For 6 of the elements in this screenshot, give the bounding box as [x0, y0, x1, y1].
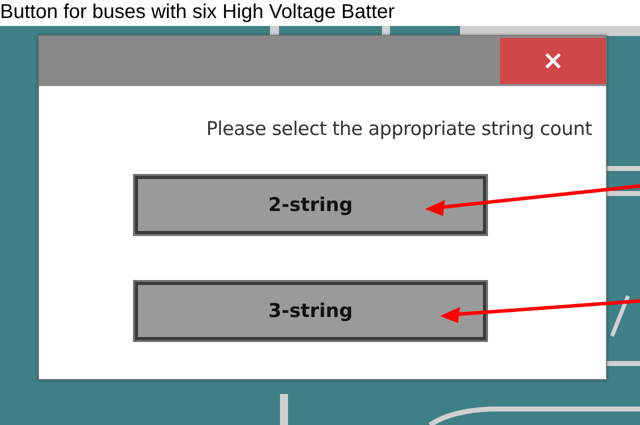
string-count-button[interactable]: 2-string [135, 176, 486, 234]
dialog-message: Please select the appropriate string count [206, 118, 592, 140]
caption-text: Button for buses with six High Voltage Batter [0, 1, 395, 23]
background-line [610, 295, 630, 337]
close-button[interactable]: × [500, 38, 606, 84]
string-count-button[interactable]: 3-string [135, 282, 486, 340]
